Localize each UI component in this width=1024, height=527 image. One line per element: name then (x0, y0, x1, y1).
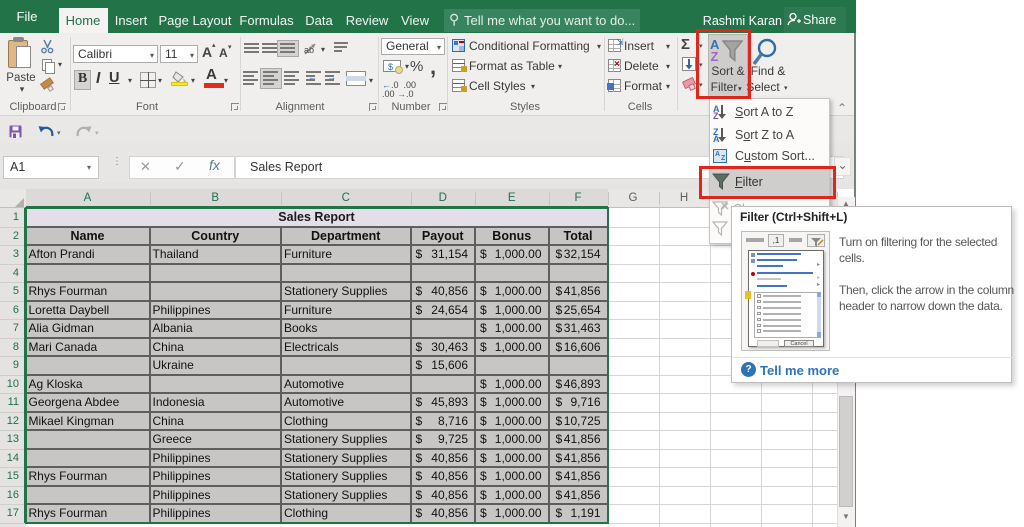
svg-text:ab: ab (304, 45, 314, 55)
